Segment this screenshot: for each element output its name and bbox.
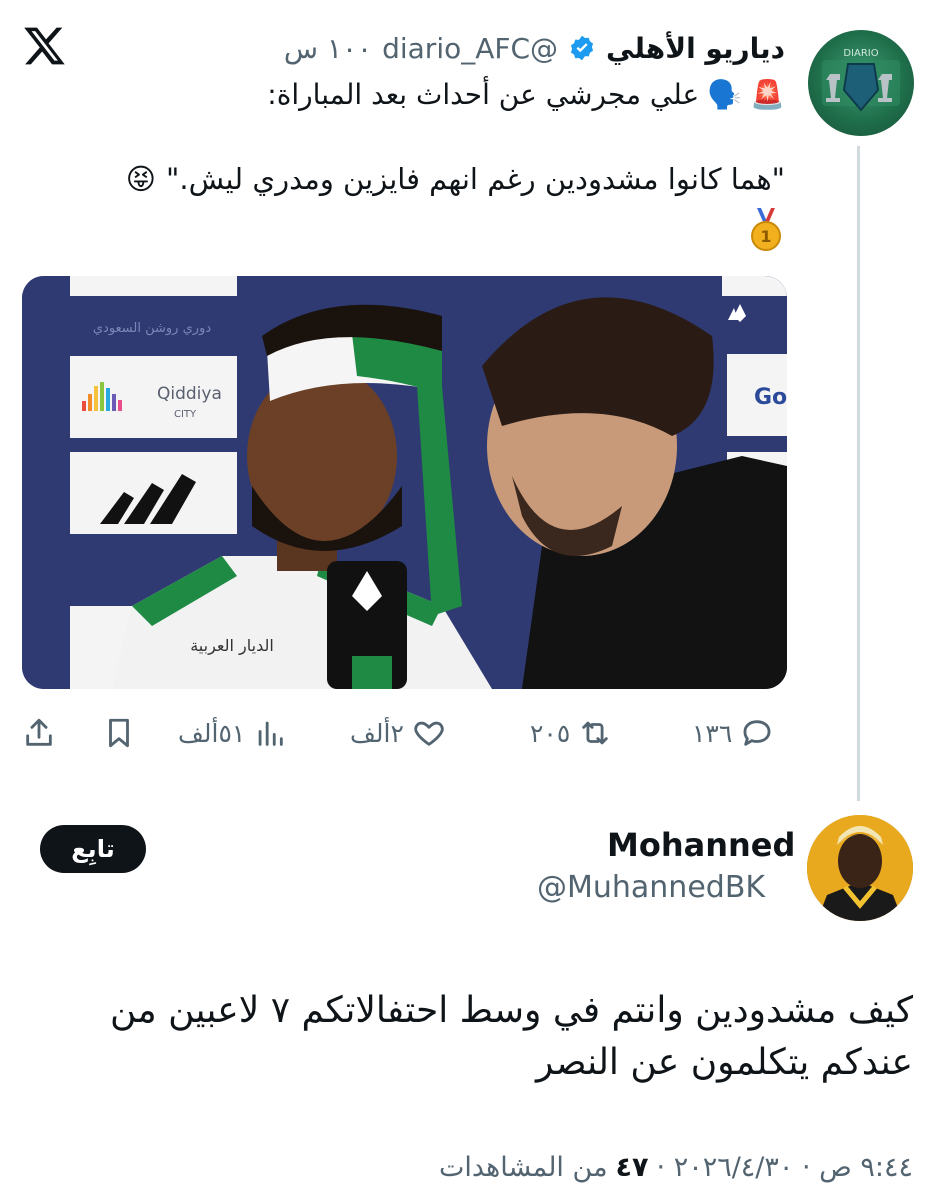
views-chart-icon <box>258 721 284 746</box>
svg-text:DIARIO: DIARIO <box>843 48 878 59</box>
reply-timestamp[interactable]: ٩:٤٤ ص · ٢٠٢٦/٤/٣٠ · <box>657 1152 913 1183</box>
tweet-media-image[interactable]: Qiddiya CITY Go دوري روشن السعودي الديار… <box>22 276 787 689</box>
tweet-actions: ٥١ألف ٢ألف ٢٠٥ ١٣٦ <box>22 708 787 758</box>
replies-count: ١٣٦ <box>692 718 733 748</box>
share-icon <box>26 718 52 746</box>
svg-text:1: 1 <box>760 227 771 246</box>
tweet-time[interactable]: ١٠٠ س <box>284 32 372 65</box>
follow-button[interactable]: تابِع <box>40 825 146 873</box>
reply-avatar[interactable] <box>807 815 913 921</box>
verified-badge-icon <box>568 34 596 62</box>
siren-emoji: 🚨 <box>750 78 785 111</box>
reply-views-label: من المشاهدات <box>438 1152 608 1183</box>
tweet-line-1: 🚨 🗣️ علي مجرشي عن أحداث بعد المباراة: <box>267 78 785 111</box>
like-button[interactable]: ٢ألف <box>350 708 446 758</box>
heart-icon <box>414 721 444 746</box>
league-text: دوري روشن السعودي <box>93 321 211 336</box>
retweet-button[interactable]: ٢٠٥ <box>530 708 612 758</box>
likes-count: ٢ألف <box>350 718 404 748</box>
tweet-quote: "هما كانوا مشدودين رغم انهم فايزين ومدري… <box>166 162 785 196</box>
speaking-head-emoji: 🗣️ <box>707 78 743 111</box>
reply-button[interactable]: ١٣٦ <box>692 708 774 758</box>
bookmark-button[interactable] <box>102 708 136 758</box>
sponsor-qiddiya: Qiddiya <box>157 384 222 404</box>
tongue-emoji: 😝 <box>125 162 157 196</box>
tweet-header: دياريو الأهلي @diario_AFC ١٠٠ س <box>284 28 785 68</box>
tweet-line-2: "هما كانوا مشدودين رغم انهم فايزين ومدري… <box>126 162 785 196</box>
tweet-text-line-1: علي مجرشي عن أحداث بعد المباراة: <box>267 78 700 111</box>
medal-icon: 1 <box>749 208 783 252</box>
reply-text: كيف مشدودين وانتم في وسط احتفالاتكم ٧ لا… <box>110 990 913 1083</box>
views-count: ٥١ألف <box>178 718 246 748</box>
partial-sponsor: Go <box>754 385 787 410</box>
views-button[interactable]: ٥١ألف <box>178 708 287 758</box>
bookmark-icon <box>109 718 129 748</box>
reply-views-count: ٤٧ <box>615 1152 649 1183</box>
thread-line <box>857 146 860 801</box>
reply-meta: ٩:٤٤ ص · ٢٠٢٦/٤/٣٠ · ٤٧ من المشاهدات <box>439 1152 913 1183</box>
reply-bubble-icon <box>743 720 771 746</box>
author-name[interactable]: دياريو الأهلي <box>606 32 785 65</box>
author-handle[interactable]: @diario_AFC <box>382 32 558 65</box>
reply-author-name[interactable]: Mohanned <box>607 826 795 864</box>
x-logo-icon[interactable] <box>22 24 66 68</box>
share-button[interactable] <box>22 708 56 758</box>
reply-author-handle[interactable]: @MuhannedBK <box>537 870 765 905</box>
retweet-icon <box>582 721 609 745</box>
shirt-sponsor: الديار العربية <box>190 636 274 656</box>
sponsor-city: CITY <box>174 409 197 420</box>
avatar[interactable]: DIARIO <box>808 30 914 136</box>
retweets-count: ٢٠٥ <box>530 718 571 748</box>
